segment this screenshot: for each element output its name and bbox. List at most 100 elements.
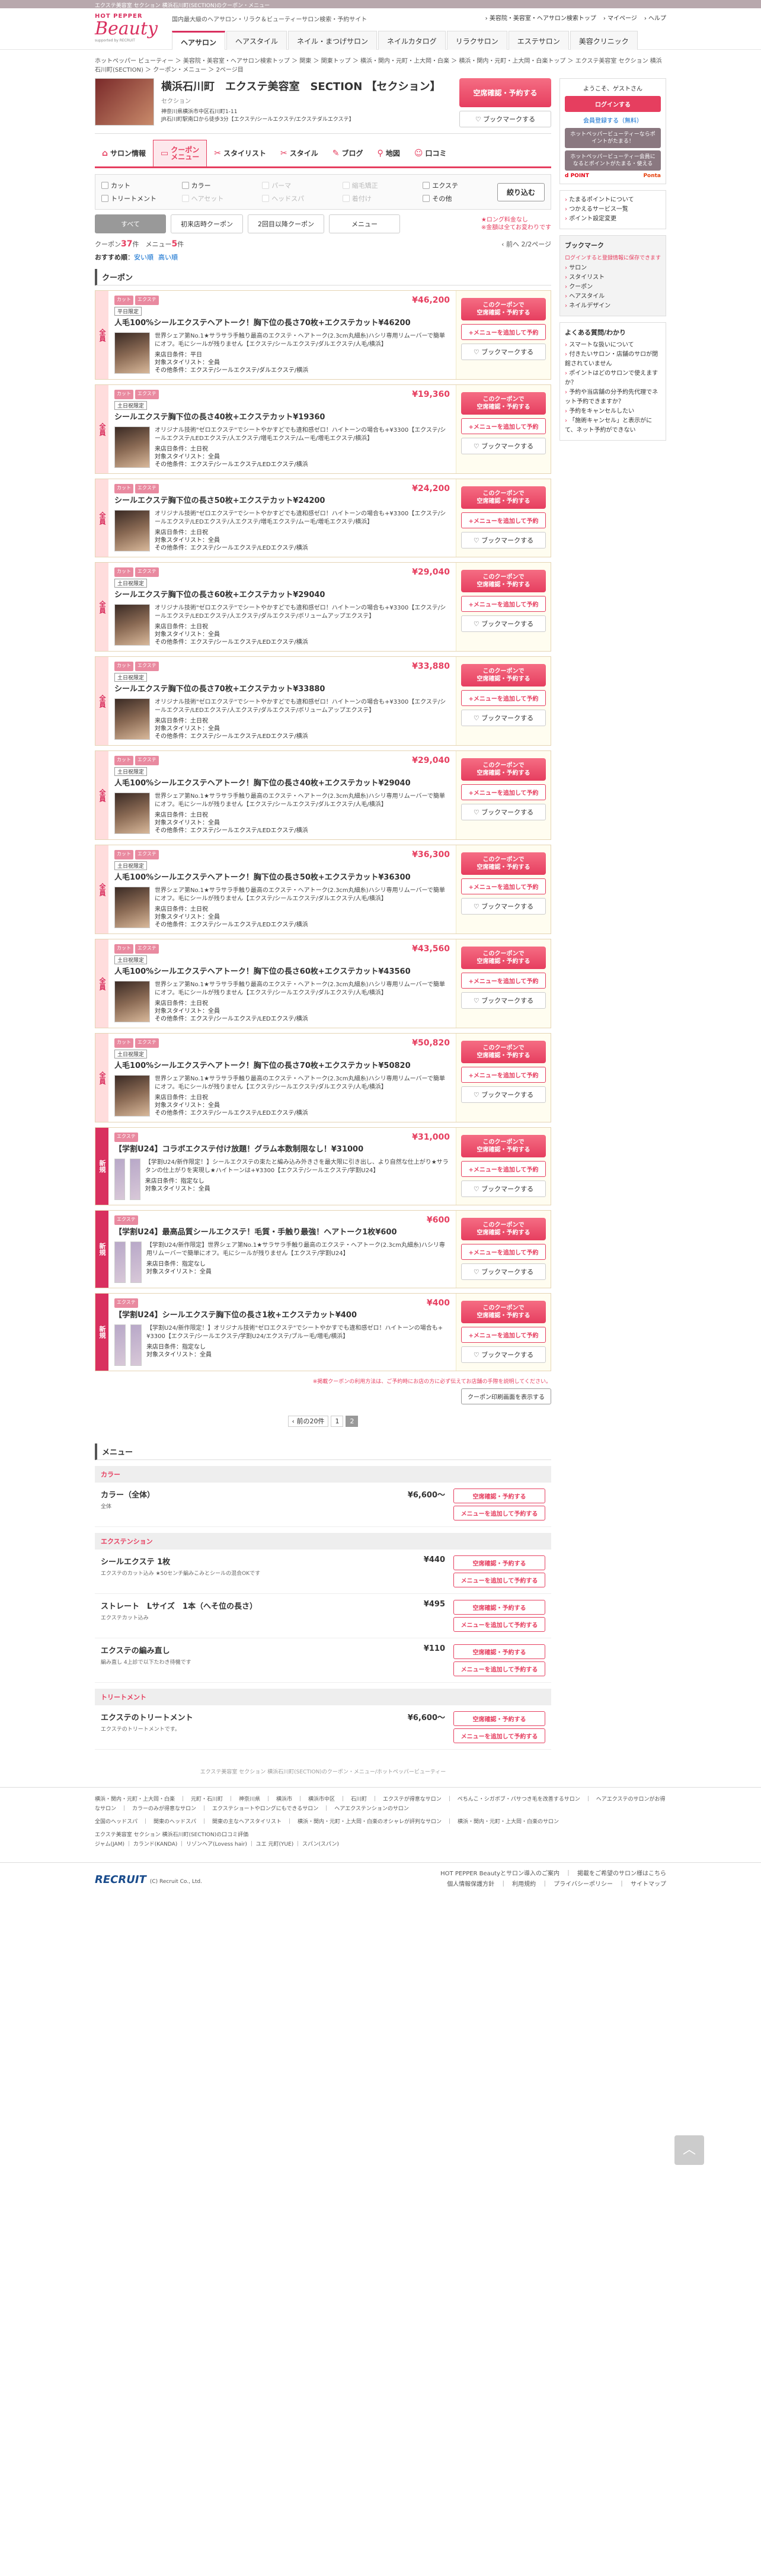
add-menu-button[interactable]: +メニューを追加して予約	[461, 512, 546, 528]
add-menu-button[interactable]: +メニューを追加して予約	[461, 1161, 546, 1177]
add-menu-button[interactable]: +メニューを追加して予約	[461, 784, 546, 800]
coupon-book-button[interactable]: このクーポンで 空席確認・予約する	[461, 1301, 546, 1323]
coupon-bookmark-button[interactable]: ♡ ブックマークする	[461, 1263, 546, 1280]
sort-cheap[interactable]: 安い順	[134, 254, 154, 261]
menu-book-button[interactable]: 空席確認・予約する	[453, 1489, 545, 1503]
pager-prev[interactable]: ‹ 前の20件	[287, 1416, 329, 1427]
point-link[interactable]: たまるポイントについて	[565, 195, 661, 205]
coupon-bookmark-button[interactable]: ♡ ブックマークする	[461, 898, 546, 915]
add-menu-button[interactable]: +メニューを追加して予約	[461, 418, 546, 434]
book-button[interactable]: 空席確認・予約する	[459, 78, 551, 107]
hotpepper-logo[interactable]: HOT PEPPER Beauty supported by RECRUIT	[95, 13, 166, 46]
tab-4[interactable]: ✂ スタイル	[273, 140, 325, 166]
pager-page[interactable]: 2	[346, 1416, 359, 1427]
print-coupon-button[interactable]: クーポン印刷画面を表示する	[461, 1388, 551, 1404]
gnav-item[interactable]: 美容クリニック	[570, 31, 638, 50]
coupon-bookmark-button[interactable]: ♡ ブックマークする	[461, 1180, 546, 1197]
add-menu-button[interactable]: +メニューを追加して予約	[461, 690, 546, 706]
gnav-item[interactable]: リラクサロン	[446, 31, 507, 50]
coupon-book-button[interactable]: このクーポンで 空席確認・予約する	[461, 570, 546, 592]
coupon-bookmark-button[interactable]: ♡ ブックマークする	[461, 1086, 546, 1103]
tab-7[interactable]: ☺ 口コミ	[407, 140, 454, 166]
type-button[interactable]: メニュー	[329, 214, 400, 233]
menu-book-button[interactable]: 空席確認・予約する	[453, 1600, 545, 1615]
menu-add-button[interactable]: メニューを追加して予約する	[453, 1506, 545, 1520]
menu-add-button[interactable]: メニューを追加して予約する	[453, 1728, 545, 1743]
coupon-book-button[interactable]: このクーポンで 空席確認・予約する	[461, 1041, 546, 1063]
add-menu-button[interactable]: +メニューを追加して予約	[461, 596, 546, 612]
coupon-bookmark-button[interactable]: ♡ ブックマークする	[461, 532, 546, 548]
faq-link[interactable]: 予約をキャンセルしたい	[565, 407, 661, 416]
menu-add-button[interactable]: メニューを追加して予約する	[453, 1661, 545, 1676]
menu-book-button[interactable]: 空席確認・予約する	[453, 1555, 545, 1570]
faq-link[interactable]: ポイントはどのサロンで使えますか？	[565, 369, 661, 388]
coupon-bookmark-button[interactable]: ♡ ブックマークする	[461, 1346, 546, 1363]
menu-add-button[interactable]: メニューを追加して予約する	[453, 1617, 545, 1632]
faq-link[interactable]: スマートな扱いについて	[565, 341, 661, 350]
bookmark-link[interactable]: スタイリスト	[565, 273, 661, 283]
point-link[interactable]: つかえるサービス一覧	[565, 205, 661, 214]
bookmark-link[interactable]: ネイルデザイン	[565, 301, 661, 311]
coupon-bookmark-button[interactable]: ♡ ブックマークする	[461, 804, 546, 820]
sort-expensive[interactable]: 高い順	[158, 254, 178, 261]
coupon-bookmark-button[interactable]: ♡ ブックマークする	[461, 710, 546, 726]
add-menu-button[interactable]: +メニューを追加して予約	[461, 1244, 546, 1260]
header-link[interactable]: › ヘルプ	[644, 13, 666, 22]
coupon-book-button[interactable]: このクーポンで 空席確認・予約する	[461, 758, 546, 781]
filter-checkbox[interactable]: その他	[423, 194, 497, 203]
filter-button[interactable]: 絞り込む	[497, 182, 545, 201]
login-button[interactable]: ログインする	[565, 96, 661, 112]
point-banner-2[interactable]: ホットペッパービューティー会員になるとポイントがたまる・使える	[565, 150, 661, 171]
coupon-book-button[interactable]: このクーポンで 空席確認・予約する	[461, 298, 546, 320]
coupon-bookmark-button[interactable]: ♡ ブックマークする	[461, 344, 546, 360]
type-button[interactable]: 2回目以降クーポン	[248, 214, 324, 233]
gnav-item[interactable]: ヘアサロン	[172, 31, 226, 50]
point-banner-1[interactable]: ホットペッパービューティーならポイントがたまる！	[565, 128, 661, 148]
add-menu-button[interactable]: +メニューを追加して予約	[461, 1327, 546, 1343]
menu-book-button[interactable]: 空席確認・予約する	[453, 1644, 545, 1659]
filter-checkbox[interactable]: エクステ	[423, 181, 497, 190]
gnav-item[interactable]: ネイル・まつげサロン	[288, 31, 378, 50]
coupon-bookmark-button[interactable]: ♡ ブックマークする	[461, 992, 546, 1009]
bookmark-link[interactable]: クーポン	[565, 283, 661, 292]
faq-link[interactable]: 付きたいサロン・店舗のサロが閉館されていません	[565, 350, 661, 369]
add-menu-button[interactable]: +メニューを追加して予約	[461, 878, 546, 894]
scroll-top-button[interactable]: ︿	[674, 2135, 704, 2165]
tab-2[interactable]: ▭ クーポン メニュー	[153, 140, 207, 166]
page-nav[interactable]: ‹ 前へ 2/2ページ	[501, 239, 551, 249]
menu-book-button[interactable]: 空席確認・予約する	[453, 1711, 545, 1726]
add-menu-button[interactable]: +メニューを追加して予約	[461, 1067, 546, 1083]
menu-add-button[interactable]: メニューを追加して予約する	[453, 1573, 545, 1587]
type-button[interactable]: すべて	[95, 214, 166, 233]
filter-checkbox[interactable]: トリートメント	[101, 194, 176, 203]
faq-link[interactable]: 「施術キャンセル」と表示がにて、ネット予約ができない	[565, 416, 661, 435]
register-link[interactable]: 会員登録する（無料）	[565, 116, 661, 124]
bookmark-button[interactable]: ♡ ブックマークする	[459, 111, 551, 127]
coupon-book-button[interactable]: このクーポンで 空席確認・予約する	[461, 1135, 546, 1157]
tab-6[interactable]: ⚲ 地図	[370, 140, 407, 166]
gnav-item[interactable]: ヘアスタイル	[226, 31, 287, 50]
filter-checkbox[interactable]: カット	[101, 181, 176, 190]
tab-3[interactable]: ✂ スタイリスト	[207, 140, 273, 166]
point-link[interactable]: ポイント設定変更	[565, 214, 661, 224]
header-link[interactable]: › マイページ	[603, 13, 637, 22]
coupon-book-button[interactable]: このクーポンで 空席確認・予約する	[461, 664, 546, 686]
tab-5[interactable]: ✎ ブログ	[325, 140, 370, 166]
add-menu-button[interactable]: +メニューを追加して予約	[461, 324, 546, 340]
tab-1[interactable]: ⌂ サロン情報	[95, 140, 153, 166]
coupon-book-button[interactable]: このクーポンで 空席確認・予約する	[461, 392, 546, 415]
faq-link[interactable]: 予約や当店舗の分予約先代理でネット予約できますか？	[565, 388, 661, 407]
type-button[interactable]: 初来店時クーポン	[171, 214, 243, 233]
gnav-item[interactable]: ネイルカタログ	[378, 31, 446, 50]
coupon-book-button[interactable]: このクーポンで 空席確認・予約する	[461, 947, 546, 969]
add-menu-button[interactable]: +メニューを追加して予約	[461, 973, 546, 989]
coupon-book-button[interactable]: このクーポンで 空席確認・予約する	[461, 852, 546, 875]
coupon-bookmark-button[interactable]: ♡ ブックマークする	[461, 438, 546, 454]
bookmark-link[interactable]: サロン	[565, 264, 661, 273]
coupon-book-button[interactable]: このクーポンで 空席確認・予約する	[461, 1218, 546, 1240]
coupon-bookmark-button[interactable]: ♡ ブックマークする	[461, 615, 546, 632]
bookmark-link[interactable]: ヘアスタイル	[565, 292, 661, 301]
filter-checkbox[interactable]: カラー	[181, 181, 257, 190]
header-link[interactable]: › 美容院・美容室・ヘアサロン検索トップ	[485, 13, 596, 22]
gnav-item[interactable]: エステサロン	[508, 31, 569, 50]
